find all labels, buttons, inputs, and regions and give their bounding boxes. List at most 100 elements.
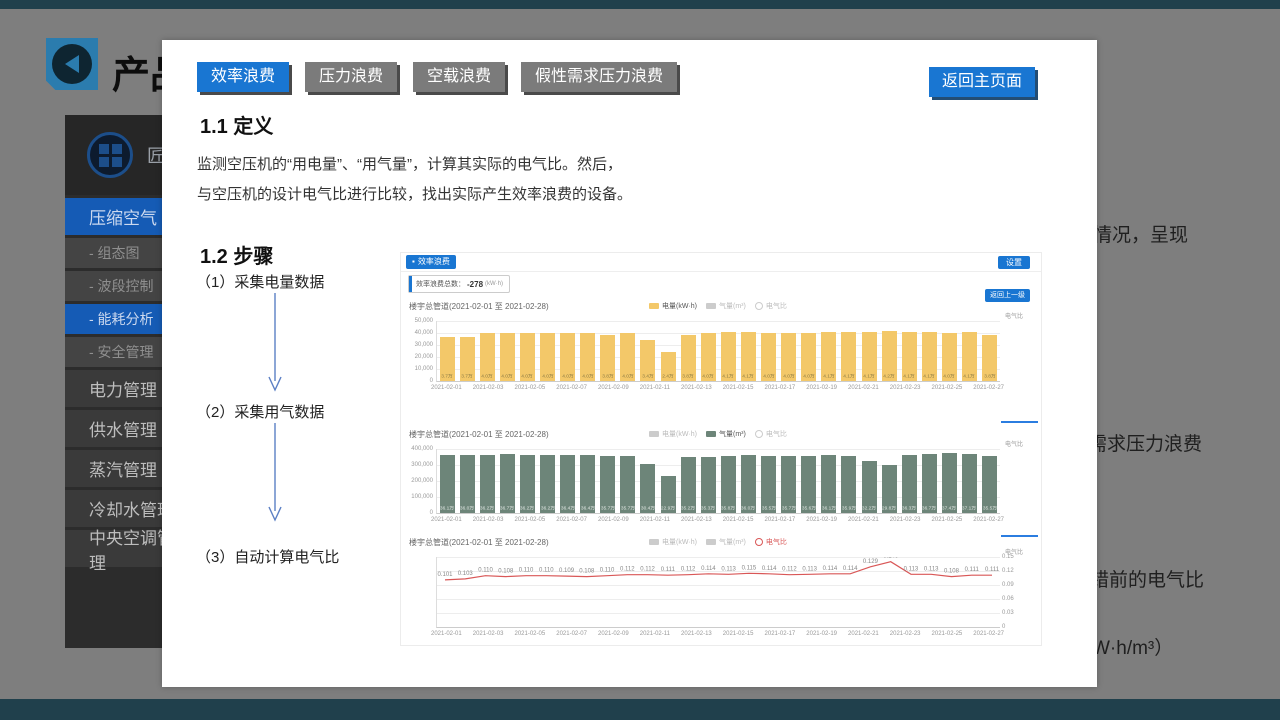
bar[interactable]: 3.8万	[982, 335, 997, 381]
x-tick: 2021-02-13	[681, 517, 712, 523]
legend-item[interactable]: 电量(kW·h)	[649, 537, 697, 547]
legend-item[interactable]: 气量(m³)	[706, 537, 746, 547]
bar[interactable]: 4.0万	[540, 333, 555, 381]
y-tick: 30,000	[415, 342, 433, 348]
x-tick: 2021-02-19	[806, 517, 837, 523]
bar[interactable]: 4.1万	[721, 332, 736, 381]
stat-label: 效率浪费总数：	[416, 279, 465, 289]
bar[interactable]: 36.4万	[560, 455, 575, 513]
bar[interactable]: 4.0万	[560, 333, 575, 381]
bar[interactable]: 35.6万	[801, 456, 816, 513]
bar[interactable]: 4.1万	[821, 332, 836, 381]
legend-label: 电气比	[766, 301, 787, 311]
bar[interactable]: 35.7万	[600, 456, 615, 513]
tab-1[interactable]: 效率浪费	[197, 62, 289, 92]
bar[interactable]: 4.1万	[902, 332, 917, 381]
bar[interactable]: 35.5万	[982, 456, 997, 513]
bar[interactable]: 4.0万	[701, 333, 716, 381]
bar[interactable]: 4.1万	[741, 332, 756, 381]
bar[interactable]: 35.9万	[841, 456, 856, 513]
x-tick: 2021-02-09	[598, 631, 629, 637]
bar[interactable]: 3.7万	[440, 337, 455, 381]
tab-4[interactable]: 假性需求压力浪费	[521, 62, 677, 92]
bar[interactable]: 36.4万	[580, 455, 595, 513]
bar-label: 4.1万	[823, 372, 834, 379]
bar[interactable]: 37.1万	[962, 454, 977, 513]
legend-item[interactable]: 电量(kW·h)	[649, 301, 697, 311]
x-tick: 2021-02-13	[681, 385, 712, 391]
legend-item[interactable]: 电气比	[755, 301, 787, 311]
bar-label: 35.7万	[601, 504, 615, 511]
bar[interactable]: 36.0万	[460, 455, 475, 513]
return-home-button[interactable]: 返回主页面	[929, 67, 1035, 97]
bar[interactable]: 35.8万	[721, 456, 736, 513]
bar[interactable]: 30.4万	[640, 464, 655, 513]
bar[interactable]: 4.0万	[500, 333, 515, 381]
bar[interactable]: 4.0万	[781, 333, 796, 381]
back-icon[interactable]	[46, 38, 98, 90]
bg-text-fragment-2: 需求压力浪费	[1088, 429, 1202, 456]
tab-3[interactable]: 空载浪费	[413, 62, 505, 92]
bar[interactable]: 22.9万	[661, 476, 676, 513]
bar[interactable]: 4.0万	[942, 333, 957, 381]
bar-label: 3.8万	[682, 372, 693, 379]
bar[interactable]: 3.4万	[640, 340, 655, 381]
bar[interactable]: 37.4万	[942, 453, 957, 513]
x-tick: 2021-02-01	[431, 385, 462, 391]
bar[interactable]: 35.7万	[620, 456, 635, 513]
swatch-icon	[649, 431, 659, 437]
bar[interactable]: 35.2万	[681, 457, 696, 513]
x-tick: 2021-02-11	[640, 631, 670, 637]
bar[interactable]: 35.5万	[761, 456, 776, 513]
x-axis: 2021-02-012021-02-032021-02-052021-02-07…	[431, 385, 1004, 391]
legend-item[interactable]: 电气比	[755, 429, 787, 439]
svg-text:0.111: 0.111	[661, 567, 676, 573]
bar[interactable]: 36.2万	[480, 455, 495, 513]
bar[interactable]: 3.8万	[600, 335, 615, 381]
bar[interactable]: 4.0万	[801, 333, 816, 381]
y-tick: 0	[430, 378, 433, 384]
bar[interactable]: 4.2万	[882, 331, 897, 381]
bar[interactable]: 4.0万	[520, 333, 535, 381]
bar[interactable]: 4.0万	[480, 333, 495, 381]
waste-tab-button[interactable]: ▪ 效率浪费	[406, 255, 456, 269]
bar[interactable]: 4.0万	[620, 333, 635, 381]
bar[interactable]: 32.2万	[862, 461, 877, 513]
svg-text:0.114: 0.114	[762, 566, 777, 572]
bar[interactable]: 4.1万	[862, 332, 877, 381]
bar[interactable]: 4.0万	[580, 333, 595, 381]
definition-line-2: 与空压机的设计电气比进行比较，找出实际产生效率浪费的设备。	[197, 180, 632, 210]
bar-label: 37.1万	[962, 504, 976, 511]
bar[interactable]: 3.8万	[681, 335, 696, 381]
bar[interactable]: 36.2万	[520, 455, 535, 513]
y-tick: 100,000	[411, 494, 433, 500]
bar[interactable]: 29.8万	[882, 465, 897, 513]
settings-button[interactable]: 设置	[998, 256, 1030, 269]
bar[interactable]: 36.3万	[902, 455, 917, 513]
bar[interactable]: 3.7万	[460, 337, 475, 381]
bar[interactable]: 36.2万	[540, 455, 555, 513]
bar[interactable]: 36.7万	[500, 454, 515, 513]
bar-label: 35.7万	[782, 504, 796, 511]
bar[interactable]: 35.7万	[781, 456, 796, 513]
bar[interactable]: 4.1万	[962, 332, 977, 381]
tab-2[interactable]: 压力浪费	[305, 62, 397, 92]
x-tick: 2021-02-09	[598, 517, 629, 523]
step-1: （1）采集电量数据	[196, 271, 324, 292]
legend-item[interactable]: 气量(m³)	[706, 429, 746, 439]
bar[interactable]: 2.4万	[661, 352, 676, 381]
bar[interactable]: 36.1万	[440, 455, 455, 513]
bar[interactable]: 4.1万	[922, 332, 937, 381]
bar[interactable]: 4.1万	[841, 332, 856, 381]
bar[interactable]: 36.1万	[821, 455, 836, 513]
legend-item[interactable]: 电气比	[755, 537, 787, 547]
svg-text:0.110: 0.110	[478, 568, 493, 574]
bar[interactable]: 36.7万	[922, 454, 937, 513]
svg-text:0.114: 0.114	[701, 566, 716, 572]
legend-item[interactable]: 电量(kW·h)	[649, 429, 697, 439]
x-axis: 2021-02-012021-02-032021-02-052021-02-07…	[431, 517, 1004, 523]
bar[interactable]: 36.0万	[741, 455, 756, 513]
legend-item[interactable]: 气量(m³)	[706, 301, 746, 311]
bar[interactable]: 4.0万	[761, 333, 776, 381]
bar[interactable]: 35.3万	[701, 457, 716, 513]
